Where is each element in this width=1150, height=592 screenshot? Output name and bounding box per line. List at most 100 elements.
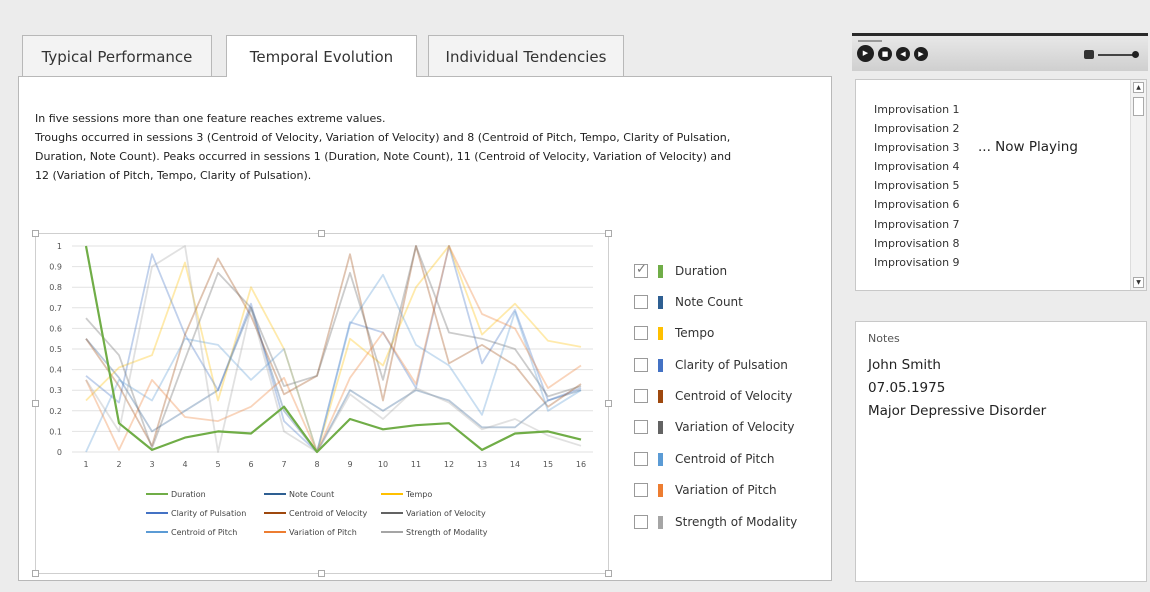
playlist-scrollbar[interactable]: ▲ ▼: [1130, 80, 1146, 290]
x-tick-label: 9: [347, 460, 352, 469]
notes-title: Notes: [868, 332, 900, 345]
feature-toggle-note-count[interactable]: Note Count: [634, 293, 743, 311]
x-tick-label: 15: [543, 460, 553, 469]
legend-label: Variation of Pitch: [289, 528, 357, 537]
legend-label: Tempo: [405, 490, 432, 499]
description-line: Troughs occurred in sessions 3 (Centroid…: [35, 131, 731, 144]
color-swatch: [658, 295, 663, 309]
feature-checkbox[interactable]: [634, 262, 648, 278]
feature-checkbox[interactable]: [634, 326, 648, 340]
color-swatch: [658, 515, 663, 529]
notes-line[interactable]: Major Depressive Disorder: [868, 403, 1046, 419]
feature-checkbox[interactable]: [634, 358, 648, 372]
feature-toggle-tempo[interactable]: Tempo: [634, 324, 714, 342]
resize-handle[interactable]: [605, 230, 612, 237]
x-tick-label: 2: [116, 460, 121, 469]
playlist-item[interactable]: Improvisation 7: [874, 218, 960, 231]
playlist: Improvisation 1 Improvisation 2 Improvis…: [855, 79, 1147, 291]
feature-label: Centroid of Pitch: [675, 452, 775, 466]
scroll-down-icon[interactable]: ▼: [1133, 277, 1144, 288]
feature-label: Strength of Modality: [675, 515, 798, 529]
resize-handle[interactable]: [32, 570, 39, 577]
feature-toggle-variation-of-pitch[interactable]: Variation of Pitch: [634, 481, 777, 499]
notes-panel: Notes John Smith 07.05.1975 Major Depres…: [855, 321, 1147, 582]
seek-track[interactable]: [858, 40, 882, 42]
notes-line[interactable]: 07.05.1975: [868, 380, 945, 396]
feature-label: Duration: [675, 264, 728, 278]
x-tick-label: 4: [182, 460, 187, 469]
volume-thumb[interactable]: [1132, 51, 1139, 58]
y-tick-label: 0.6: [49, 324, 62, 333]
feature-checkbox[interactable]: [634, 483, 648, 497]
x-tick-label: 14: [510, 460, 520, 469]
y-tick-label: 0.7: [49, 304, 62, 313]
feature-checkbox[interactable]: [634, 295, 648, 309]
next-icon[interactable]: ▶: [914, 47, 928, 61]
playlist-item[interactable]: Improvisation 2: [874, 122, 960, 135]
x-tick-label: 10: [378, 460, 388, 469]
x-tick-label: 8: [314, 460, 319, 469]
resize-handle[interactable]: [318, 570, 325, 577]
playlist-item[interactable]: Improvisation 6: [874, 198, 960, 211]
x-tick-label: 6: [248, 460, 253, 469]
feature-checkbox[interactable]: [634, 420, 648, 434]
feature-toggle-duration[interactable]: Duration: [634, 262, 727, 280]
x-tick-label: 3: [149, 460, 154, 469]
color-swatch: [658, 420, 663, 434]
previous-icon[interactable]: ◀: [896, 47, 910, 61]
x-tick-label: 5: [215, 460, 220, 469]
x-tick-label: 7: [281, 460, 286, 469]
speaker-icon[interactable]: [1084, 50, 1094, 59]
scroll-thumb[interactable]: [1133, 97, 1144, 116]
tab-temporal-evolution[interactable]: Temporal Evolution: [226, 35, 417, 77]
notes-line[interactable]: John Smith: [868, 357, 941, 373]
y-tick-label: 0: [57, 448, 62, 457]
description-line: In five sessions more than one feature r…: [35, 112, 386, 125]
playlist-item[interactable]: Improvisation 5: [874, 179, 960, 192]
x-tick-label: 11: [411, 460, 421, 469]
resize-handle[interactable]: [318, 230, 325, 237]
playlist-item[interactable]: Improvisation 1: [874, 103, 960, 116]
play-icon[interactable]: ▶: [857, 45, 874, 62]
resize-handle[interactable]: [32, 230, 39, 237]
x-tick-label: 12: [444, 460, 454, 469]
x-tick-label: 1: [83, 460, 88, 469]
tab-typical-performance[interactable]: Typical Performance: [22, 35, 212, 76]
feature-label: Variation of Pitch: [675, 483, 777, 497]
x-tick-label: 13: [477, 460, 487, 469]
feature-checkbox[interactable]: [634, 452, 648, 466]
feature-checkbox[interactable]: [634, 389, 648, 403]
media-player: ▶ ■ ◀ ▶: [852, 33, 1148, 71]
y-tick-label: 0.8: [49, 283, 62, 292]
y-tick-label: 0.9: [49, 263, 62, 272]
resize-handle[interactable]: [32, 400, 39, 407]
playlist-item[interactable]: Improvisation 3: [874, 141, 960, 154]
evolution-chart-svg: 00.10.20.30.40.50.60.70.80.911 2 3 4 5 6 7 8 9 10…: [49, 242, 593, 537]
legend-label: Note Count: [289, 490, 334, 499]
resize-handle[interactable]: [605, 570, 612, 577]
feature-toggle-strength-of-modality[interactable]: Strength of Modality: [634, 513, 797, 531]
playlist-item[interactable]: Improvisation 8: [874, 237, 960, 250]
y-tick-label: 0.2: [49, 407, 62, 416]
feature-toggle-variation-of-velocity[interactable]: Variation of Velocity: [634, 418, 795, 436]
feature-toggle-centroid-of-pitch[interactable]: Centroid of Pitch: [634, 450, 774, 468]
legend-label: Centroid of Pitch: [171, 528, 237, 537]
evolution-chart: 0 0.1 0.2 0.3 0.4 0.5 0.6 0.7 0.8 0.9 1 1 2 3 4 5 6 7 8 9 10…: [32, 230, 612, 577]
tab-individual-tendencies[interactable]: Individual Tendencies: [428, 35, 624, 76]
now-playing-label: ... Now Playing: [978, 139, 1078, 155]
legend-label: Centroid of Velocity: [289, 509, 367, 518]
playlist-item[interactable]: Improvisation 9: [874, 256, 960, 269]
color-swatch: [658, 389, 663, 403]
feature-label: Centroid of Velocity: [675, 389, 793, 403]
color-swatch: [658, 483, 663, 497]
session-description: In five sessions more than one feature r…: [35, 109, 825, 185]
feature-label: Variation of Velocity: [675, 420, 795, 434]
scroll-up-icon[interactable]: ▲: [1133, 82, 1144, 93]
y-tick-label: 1: [57, 242, 62, 251]
resize-handle[interactable]: [605, 400, 612, 407]
feature-toggle-centroid-of-velocity[interactable]: Centroid of Velocity: [634, 387, 792, 405]
feature-checkbox[interactable]: [634, 515, 648, 529]
stop-icon[interactable]: ■: [878, 47, 892, 61]
playlist-item[interactable]: Improvisation 4: [874, 160, 960, 173]
feature-toggle-clarity-of-pulsation[interactable]: Clarity of Pulsation: [634, 356, 788, 374]
